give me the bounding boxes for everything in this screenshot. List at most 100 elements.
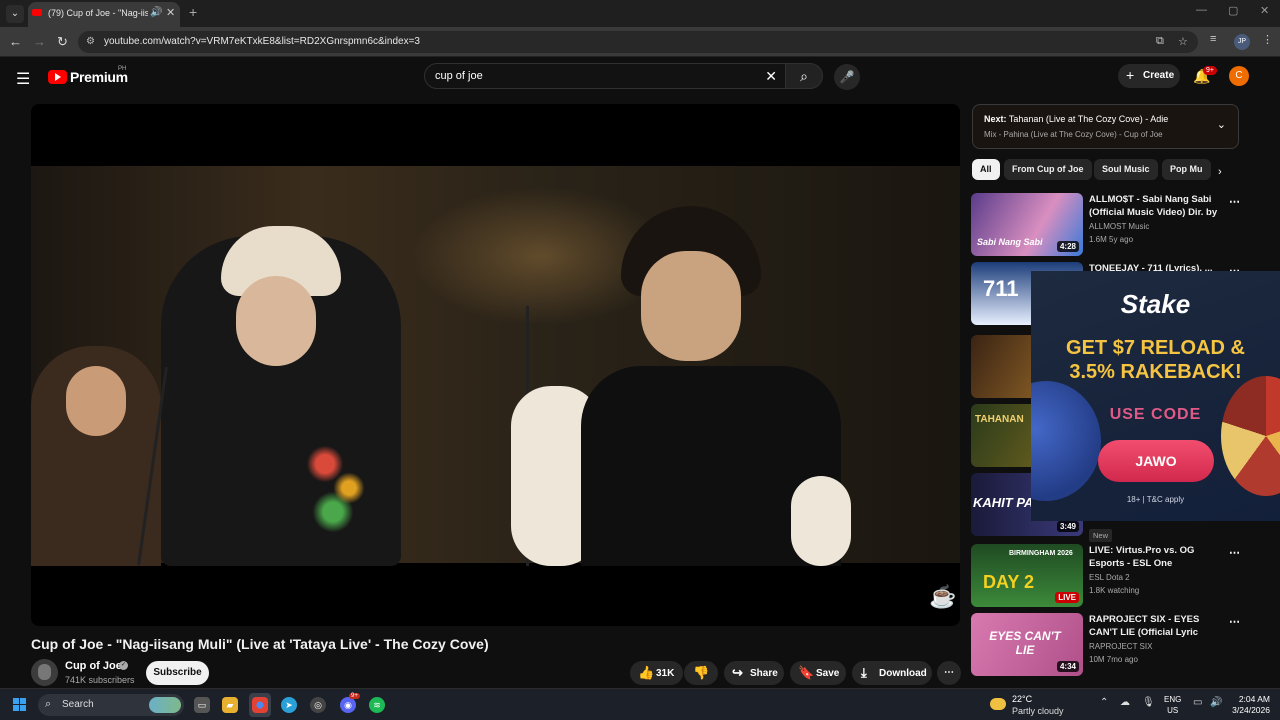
profile-avatar[interactable]: JP xyxy=(1234,34,1250,50)
dislike-button[interactable]: 👎 xyxy=(684,661,718,685)
voice-search-icon[interactable]: 🎤 xyxy=(834,64,860,90)
channel-name[interactable]: Cup of Joe xyxy=(65,660,122,672)
channel-name[interactable]: ESL Dota 2 xyxy=(1089,573,1130,582)
video-title[interactable]: RAPROJECT SIX - EYES CAN'T LIE (Official… xyxy=(1089,613,1225,640)
close-window-icon[interactable]: ✕ xyxy=(1260,4,1269,17)
windows-start-icon[interactable] xyxy=(13,698,27,712)
spotify-icon[interactable]: ≋ xyxy=(369,697,385,713)
clock[interactable]: 2:04 AM 3/24/2026 xyxy=(1228,694,1270,716)
next-mix-title: Mix - Pahina (Live at The Cozy Cove) - C… xyxy=(984,130,1163,139)
list-item[interactable]: Sabi Nang Sabi 4:28 ALLMO$T - Sabi Nang … xyxy=(971,193,1261,257)
channel-avatar[interactable] xyxy=(31,659,58,686)
video-title[interactable]: ALLMO$T - Sabi Nang Sabi (Official Music… xyxy=(1089,193,1225,220)
video-player[interactable]: ☕ xyxy=(31,104,960,626)
video-meta: 10M 7mo ago xyxy=(1089,655,1138,664)
thumbs-down-icon: 👎 xyxy=(693,665,710,680)
tray-app-icon[interactable]: ☁ xyxy=(1120,697,1130,708)
speaker-icon[interactable]: 🔊 xyxy=(150,7,162,18)
date: 3/24/2026 xyxy=(1232,705,1270,715)
chip-from-channel[interactable]: From Cup of Joe xyxy=(1004,159,1092,180)
browser-tabstrip: ⌄ (79) Cup of Joe - "Nag-iisan 🔊 ✕ + — ▢… xyxy=(0,0,1280,27)
discord-icon[interactable]: ◉ xyxy=(340,697,356,713)
more-options-icon[interactable]: ⋯ xyxy=(1229,195,1240,208)
thumbnail-text: KAHIT PA xyxy=(973,495,1034,510)
account-avatar[interactable]: C xyxy=(1229,66,1249,86)
menu-icon[interactable]: ☰ xyxy=(16,69,30,89)
new-tab-button[interactable]: + xyxy=(189,4,197,20)
time: 2:04 AM xyxy=(1238,694,1270,704)
file-explorer-icon[interactable]: ▰ xyxy=(222,697,238,713)
network-icon[interactable]: ▭ xyxy=(1193,697,1202,708)
up-next-panel[interactable]: Next: Tahanan (Live at The Cozy Cove) - … xyxy=(972,104,1239,149)
volume-icon[interactable]: 🔊 xyxy=(1210,697,1222,708)
video-thumbnail[interactable]: BIRMINGHAM 2026 DAY 2 LIVE xyxy=(971,544,1083,607)
browser-tab[interactable]: (79) Cup of Joe - "Nag-iisan 🔊 ✕ xyxy=(28,2,180,27)
next-prefix: Next: xyxy=(984,114,1007,124)
search-icon: ⌕ xyxy=(45,698,52,710)
singer-right xyxy=(501,206,861,566)
share-button[interactable]: ↪ Share xyxy=(724,661,784,685)
channel-name[interactable]: RAPROJECT SIX xyxy=(1089,642,1152,651)
install-app-icon[interactable]: ⧉ xyxy=(1156,35,1164,48)
taskbar-search-label: Search xyxy=(62,699,94,710)
search-button[interactable]: ⌕ xyxy=(785,63,823,89)
language-code: ENG xyxy=(1164,695,1182,704)
url-text: youtube.com/watch?v=VRM7eKTxkE8&list=RD2… xyxy=(104,36,420,47)
like-button[interactable]: 👍 31K xyxy=(630,661,683,685)
channel-watermark-icon[interactable]: ☕ xyxy=(929,584,956,610)
list-item[interactable]: EYES CAN'T LIE 4:34 RAPROJECT SIX - EYES… xyxy=(971,613,1261,677)
more-options-icon[interactable]: ⋯ xyxy=(1229,615,1240,628)
chip-pop-music[interactable]: Pop Mu xyxy=(1162,159,1211,180)
video-thumbnail[interactable]: EYES CAN'T LIE 4:34 xyxy=(971,613,1083,676)
share-label: Share xyxy=(750,668,778,679)
more-options-icon[interactable]: ⋯ xyxy=(1229,546,1240,559)
create-button[interactable]: + Create xyxy=(1118,64,1180,88)
maximize-icon[interactable]: ▢ xyxy=(1228,4,1238,17)
tray-chevron-up-icon[interactable]: ⌃ xyxy=(1100,697,1108,708)
more-actions-button[interactable]: ⋯ xyxy=(937,661,961,685)
download-button[interactable]: ⤓ Download xyxy=(852,661,932,685)
ad-overlay[interactable]: Stake GET $7 RELOAD & 3.5% RAKEBACK! USE… xyxy=(1031,271,1280,521)
chip-soul-music[interactable]: Soul Music xyxy=(1094,159,1158,180)
tab-search-button[interactable]: ⌄ xyxy=(6,5,24,23)
media-controls-icon[interactable]: ≡ xyxy=(1210,33,1216,45)
reload-icon[interactable]: ↻ xyxy=(57,34,68,50)
ad-disclaimer: 18+ | T&C apply xyxy=(1126,495,1185,504)
close-tab-icon[interactable]: ✕ xyxy=(166,6,175,19)
list-item[interactable]: BIRMINGHAM 2026 DAY 2 LIVE LIVE: Virtus.… xyxy=(971,544,1261,608)
plus-icon: + xyxy=(1126,67,1135,83)
task-view-icon[interactable]: ▭ xyxy=(194,697,210,713)
chrome-icon[interactable] xyxy=(252,697,268,713)
chevron-down-icon[interactable]: ⌄ xyxy=(1217,118,1226,131)
save-button[interactable]: 🔖 Save xyxy=(790,661,846,685)
ad-wheel-graphic xyxy=(1221,376,1280,496)
clear-search-icon[interactable]: ✕ xyxy=(765,68,777,85)
thumbnail-text: DAY 2 xyxy=(983,572,1035,592)
taskbar-search[interactable]: ⌕ Search xyxy=(38,694,184,716)
microphone-icon[interactable]: 🎙 xyxy=(1142,697,1155,708)
chevron-right-icon[interactable]: › xyxy=(1218,166,1222,178)
filter-chips: All From Cup of Joe Soul Music Pop Mu xyxy=(972,159,1212,181)
telegram-icon[interactable]: ➤ xyxy=(281,697,297,713)
search-highlight-image xyxy=(149,697,181,713)
minimize-icon[interactable]: — xyxy=(1196,4,1207,16)
app-icon[interactable]: ◎ xyxy=(310,697,326,713)
back-icon[interactable]: ← xyxy=(9,34,22,49)
bookmark-star-icon[interactable]: ☆ xyxy=(1178,35,1188,48)
chip-all[interactable]: All xyxy=(972,159,1000,180)
url-field[interactable]: ⚙ youtube.com/watch?v=VRM7eKTxkE8&list=R… xyxy=(78,31,1198,53)
browser-menu-icon[interactable]: ⋮ xyxy=(1262,33,1273,46)
video-title[interactable]: LIVE: Virtus.Pro vs. OG Esports - ESL On… xyxy=(1089,544,1225,571)
channel-name[interactable]: ALLMOST Music xyxy=(1089,222,1149,231)
discord-badge: 9+ xyxy=(349,693,360,699)
ad-brand: Stake xyxy=(1120,289,1191,319)
thumbnail-text: TAHANAN xyxy=(975,414,1024,425)
forward-icon[interactable]: → xyxy=(33,34,46,49)
video-thumbnail[interactable]: Sabi Nang Sabi 4:28 xyxy=(971,193,1083,256)
site-info-icon[interactable]: ⚙ xyxy=(86,36,98,48)
video-meta: 1.6M 5y ago xyxy=(1089,235,1134,244)
search-input[interactable]: cup of joe ✕ xyxy=(424,63,786,89)
subscribe-button[interactable]: Subscribe xyxy=(146,661,209,685)
ad-code-button[interactable]: JAWO xyxy=(1098,440,1214,482)
language-indicator[interactable]: ENG US xyxy=(1164,694,1181,716)
